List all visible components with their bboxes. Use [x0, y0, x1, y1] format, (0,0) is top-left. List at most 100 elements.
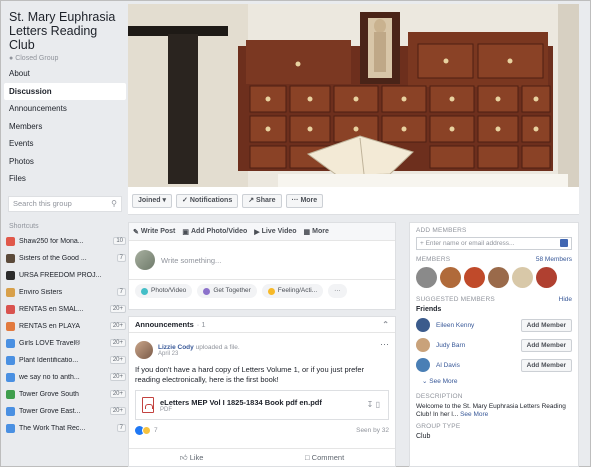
post-text: If you don't have a hard copy of Letters…	[135, 365, 365, 384]
comment-button[interactable]: □ Comment	[305, 453, 344, 462]
group-title[interactable]: St. Mary Euphrasia Letters Reading Club	[9, 10, 126, 52]
live-video-tab[interactable]: ▶ Live Video	[254, 228, 296, 236]
nav-members[interactable]: Members	[4, 118, 126, 136]
group-icon	[6, 372, 15, 382]
group-icon	[6, 304, 15, 314]
author-avatar[interactable]	[135, 341, 153, 359]
description-label: DESCRIPTION	[416, 393, 463, 400]
video-icon: ▶	[254, 228, 260, 236]
member-avatar[interactable]	[416, 267, 437, 288]
add-photo-video-tab[interactable]: ▣ Add Photo/Video	[182, 228, 247, 236]
suggested-member-row: Judy Barn Add Member	[416, 335, 572, 355]
hide-link[interactable]: Hide	[559, 296, 572, 303]
nav-discussion[interactable]: Discussion	[4, 82, 126, 100]
shortcut-count-badge: 7	[116, 424, 126, 432]
post-date[interactable]: April 23	[158, 351, 240, 357]
group-privacy: ● Closed Group	[9, 55, 59, 62]
share-button[interactable]: ↗ Share	[242, 193, 282, 208]
cover-photo[interactable]	[128, 4, 579, 187]
shortcut-item[interactable]: Shaw250 for Mona... 10	[4, 233, 126, 250]
suggested-name[interactable]: Judy Barn	[436, 342, 521, 349]
photo-video-chip[interactable]: Photo/Video	[135, 284, 193, 298]
add-members-label: ADD MEMBERS	[416, 227, 467, 234]
shortcut-item[interactable]: Plant Identificatio... 20+	[4, 352, 126, 369]
composer-chips: Photo/Video Get Together Feeling/Acti...…	[129, 279, 395, 302]
group-icon	[6, 287, 15, 297]
file-name[interactable]: eLetters MEP Vol I 1825-1834 Book pdf en…	[160, 398, 322, 407]
thumbs-up-icon: 👍︎	[179, 452, 190, 462]
add-member-button[interactable]: Add Member	[520, 338, 572, 352]
nav-files[interactable]: Files	[4, 170, 126, 188]
shortcut-item[interactable]: Sisters of the Good ... 7	[4, 250, 126, 267]
shortcut-label: Girls LOVE Travel®	[19, 339, 81, 347]
nav-events[interactable]: Events	[4, 135, 126, 153]
member-avatar[interactable]	[464, 267, 485, 288]
member-avatar[interactable]	[512, 267, 533, 288]
member-avatar[interactable]	[536, 267, 557, 288]
group-search-input[interactable]: Search this group ⚲	[8, 195, 122, 212]
suggested-name[interactable]: Al Davis	[436, 362, 521, 369]
shortcut-item[interactable]: Tower Grove South 20+	[4, 386, 126, 403]
group-actions-bar: Joined ▾ ✓ Notifications ↗ Share ··· Mor…	[128, 187, 579, 215]
shortcut-label: Tower Grove South	[19, 390, 79, 398]
nav-announcements[interactable]: Announcements	[4, 100, 126, 118]
member-avatar[interactable]	[440, 267, 461, 288]
shortcut-item[interactable]: we say no to anth... 20+	[4, 369, 126, 386]
shortcut-item[interactable]: RENTAS en SMAL... 20+	[4, 301, 126, 318]
add-member-button[interactable]: Add Member	[520, 318, 572, 332]
shortcut-count-badge: 20+	[109, 322, 126, 330]
more-button[interactable]: ··· More	[285, 193, 324, 208]
group-icon	[6, 338, 15, 348]
add-icon[interactable]	[560, 239, 568, 247]
shortcut-item[interactable]: Enviro Sisters 7	[4, 284, 126, 301]
feeling-activity-chip[interactable]: Feeling/Acti...	[261, 284, 324, 298]
suggested-member-row: Eileen Kenny Add Member	[416, 315, 572, 335]
composer-body[interactable]: Write something...	[129, 241, 395, 279]
shortcut-count-badge: 10	[113, 237, 126, 245]
nav-about[interactable]: About	[4, 65, 126, 83]
pdf-icon	[142, 397, 154, 413]
composer-placeholder[interactable]: Write something...	[161, 256, 221, 265]
smiley-icon	[267, 287, 275, 295]
suggested-avatar[interactable]	[416, 338, 430, 352]
group-type-label: GROUP TYPE	[416, 423, 461, 430]
suggested-name[interactable]: Eileen Kenny	[436, 322, 521, 329]
shortcut-item[interactable]: URSA FREEDOM PROJ...	[4, 267, 126, 284]
add-member-button[interactable]: Add Member	[520, 358, 572, 372]
cover-image	[128, 4, 579, 187]
announcements-header[interactable]: Announcements · 1 ⌃	[129, 317, 395, 333]
like-button[interactable]: 👍︎ Like	[180, 453, 204, 463]
members-count-link[interactable]: 58 Members	[536, 256, 572, 263]
shortcut-label: Plant Identificatio...	[19, 356, 79, 364]
write-post-tab[interactable]: ✎ Write Post	[133, 228, 175, 236]
see-more-link[interactable]: ⌄ See More	[422, 377, 572, 385]
reactions-count[interactable]: 7	[154, 427, 158, 434]
chevron-up-icon[interactable]: ⌃	[382, 320, 389, 329]
user-avatar	[135, 250, 155, 270]
shortcut-item[interactable]: The Work That Rec... 7	[4, 420, 126, 437]
member-avatar[interactable]	[488, 267, 509, 288]
author-name[interactable]: Lizzie Cody uploaded a file.	[158, 344, 240, 351]
photo-icon: ▣	[182, 228, 189, 236]
joined-button[interactable]: Joined ▾	[132, 193, 173, 208]
shortcut-count-badge: 20+	[109, 390, 126, 398]
shortcut-item[interactable]: Tower Grove East... 20+	[4, 403, 126, 420]
description-see-more[interactable]: See More	[460, 411, 488, 418]
shortcut-item[interactable]: Girls LOVE Travel® 20+	[4, 335, 126, 352]
file-attachment[interactable]: eLetters MEP Vol I 1825-1834 Book pdf en…	[135, 390, 389, 420]
download-icon[interactable]: ↧ ▯	[367, 400, 380, 409]
reactions-row: 7 Seen by 32	[129, 420, 395, 435]
more-options-chip[interactable]: ···	[328, 284, 347, 298]
notifications-button[interactable]: ✓ Notifications	[176, 193, 239, 208]
more-tab[interactable]: ▦ More	[304, 228, 329, 236]
suggested-avatar[interactable]	[416, 318, 430, 332]
nav-photos[interactable]: Photos	[4, 153, 126, 171]
get-together-chip[interactable]: Get Together	[197, 284, 257, 298]
suggested-avatar[interactable]	[416, 358, 430, 372]
shortcut-item[interactable]: RENTAS en PLAYA 20+	[4, 318, 126, 335]
seen-by[interactable]: Seen by 32	[356, 427, 389, 434]
search-icon[interactable]: ⚲	[111, 197, 117, 211]
add-members-input[interactable]: + Enter name or email address...	[416, 237, 572, 250]
post-options-icon[interactable]: ···	[380, 339, 389, 349]
left-sidebar: St. Mary Euphrasia Letters Reading Club …	[4, 4, 126, 437]
